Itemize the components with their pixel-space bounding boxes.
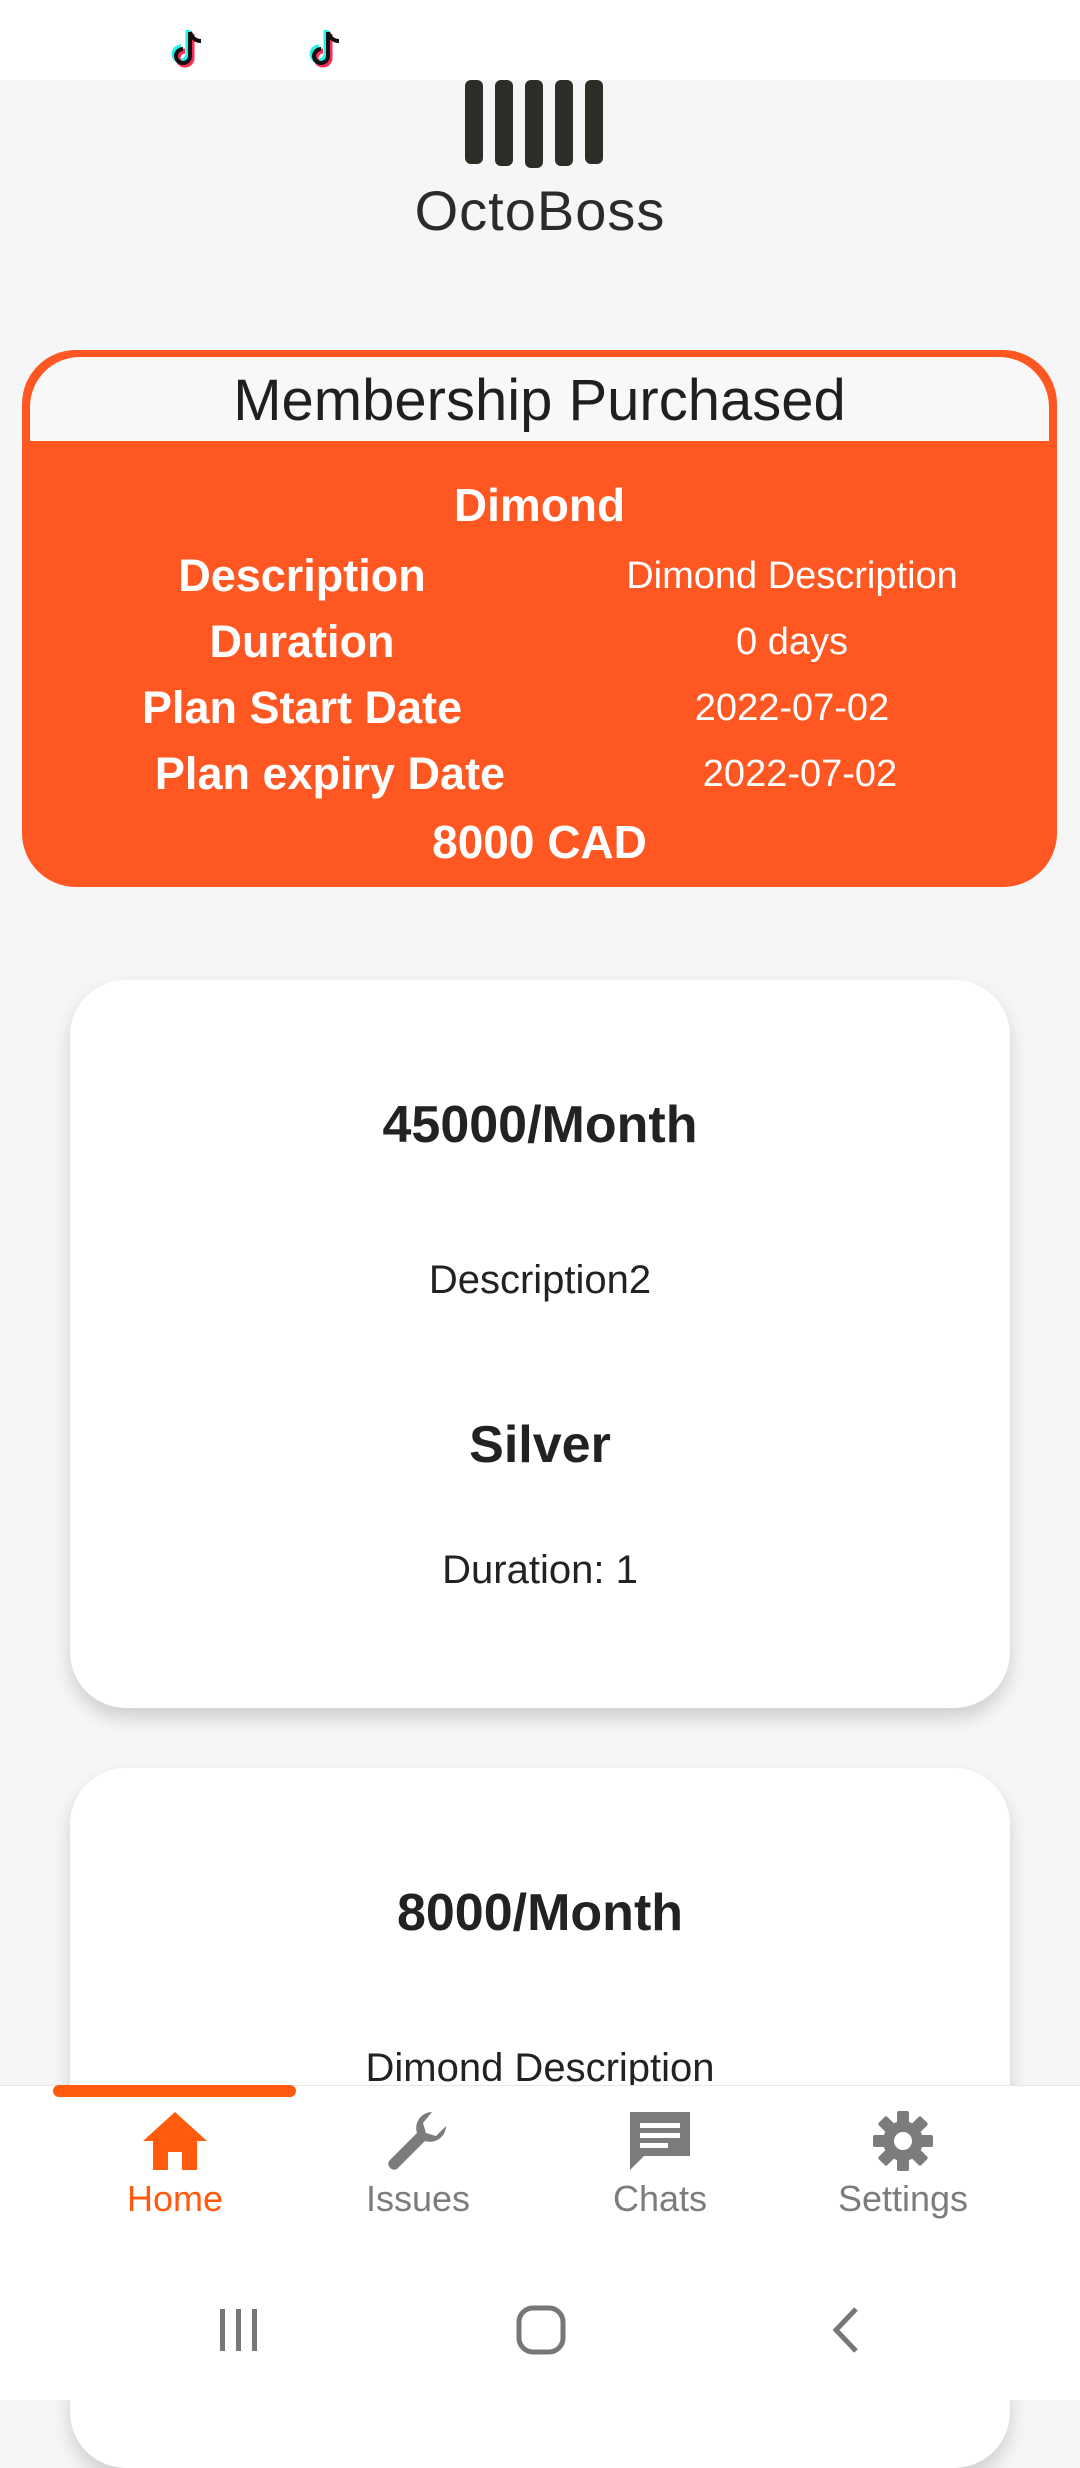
duration-label: Duration	[209, 616, 395, 667]
plan-start-date-value: 2022-07-02	[694, 687, 890, 729]
home-icon	[143, 2112, 207, 2170]
plan-card[interactable]: 45000/Month Description2 Silver Duration…	[70, 980, 1010, 1708]
app-name: OctoBoss	[414, 179, 666, 242]
recent-apps-icon[interactable]	[214, 2305, 264, 2355]
tiktok-icon	[309, 30, 340, 68]
plan-price: 45000/Month	[382, 1096, 698, 1154]
description-label: Description	[178, 550, 426, 601]
plan-start-date-label: Plan Start Date	[141, 682, 463, 733]
membership-title: Membership Purchased	[233, 368, 846, 433]
tiktok-icon	[171, 30, 202, 68]
membership-plan-name: Dimond	[453, 479, 626, 531]
plan-expiry-date-value: 2022-07-02	[702, 753, 898, 795]
nav-settings-label: Settings	[837, 2178, 969, 2219]
nav-issues[interactable]: Issues	[298, 2110, 538, 2260]
plan-duration: Duration: 1	[442, 1548, 638, 1592]
nav-home[interactable]: Home	[55, 2110, 295, 2260]
nav-home-label: Home	[126, 2178, 224, 2219]
nav-chats[interactable]: Chats	[540, 2110, 780, 2260]
plan-tier: Silver	[469, 1416, 611, 1474]
home-circle-icon[interactable]	[515, 2305, 569, 2355]
nav-issues-label: Issues	[365, 2178, 471, 2219]
wrench-icon	[388, 2112, 446, 2170]
membership-card: Membership Purchased Dimond Description …	[22, 350, 1057, 887]
plan-description: Description2	[428, 1258, 652, 1302]
back-icon[interactable]	[826, 2305, 866, 2355]
octoboss-logo-icon	[465, 80, 603, 168]
status-bar	[0, 0, 1080, 80]
membership-header: Membership Purchased	[30, 357, 1049, 441]
duration-value: 0 days	[736, 621, 848, 663]
membership-price: 8000 CAD	[432, 816, 647, 868]
gear-icon	[873, 2111, 933, 2171]
nav-settings[interactable]: Settings	[783, 2110, 1023, 2260]
system-navigation-bar	[0, 2265, 1080, 2400]
plan-price: 8000/Month	[396, 1884, 684, 1942]
plan-expiry-date-label: Plan expiry Date	[154, 748, 506, 799]
chat-icon	[630, 2112, 690, 2170]
nav-chats-label: Chats	[612, 2178, 708, 2219]
description-value: Dimond Description	[626, 555, 958, 597]
active-tab-indicator	[53, 2085, 296, 2097]
